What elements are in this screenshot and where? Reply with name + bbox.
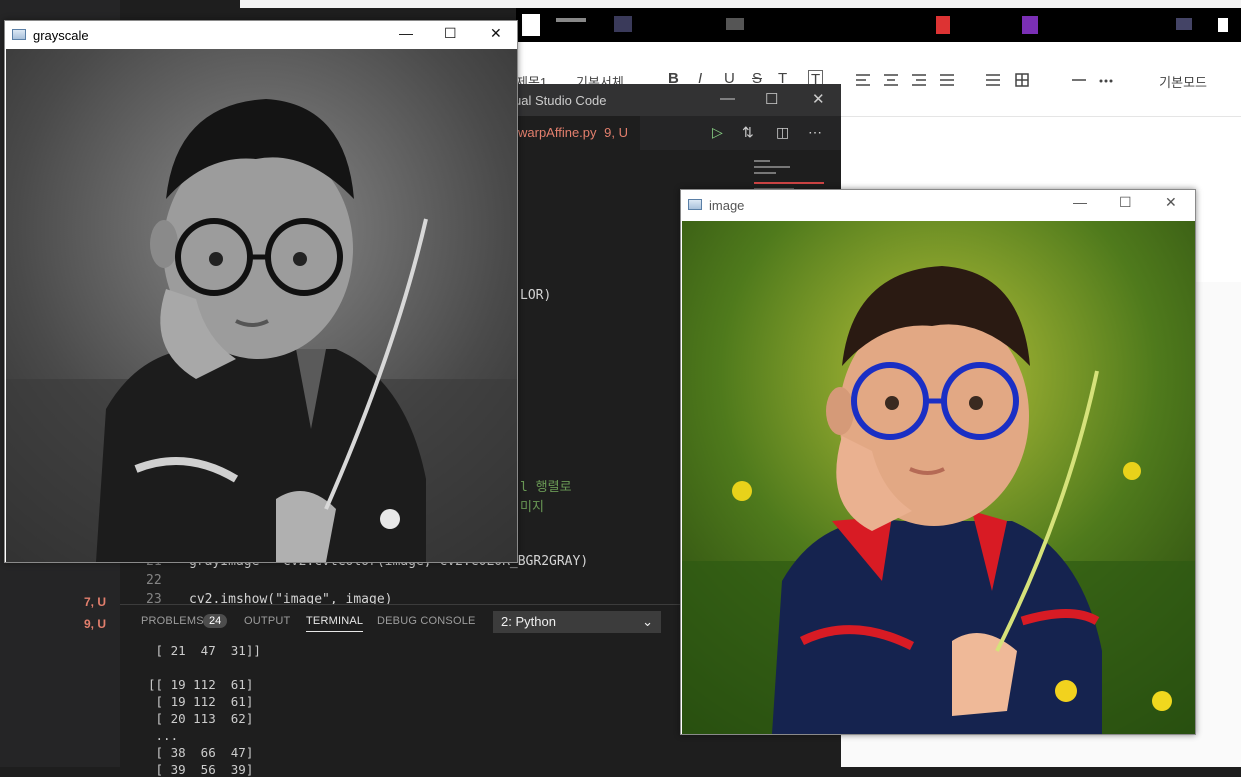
browser-tabs — [516, 8, 1241, 42]
color-photo — [682, 221, 1195, 734]
tab-debug-console[interactable]: DEBUG CONSOLE — [377, 615, 476, 627]
tab-terminal[interactable]: TERMINAL — [306, 615, 364, 632]
scm-status-2[interactable]: 9, U — [84, 617, 106, 631]
run-icon[interactable]: ▷ — [712, 124, 723, 141]
grayscale-title-bar[interactable]: grayscale — ☐ ✕ — [5, 21, 517, 49]
align-list-icons — [856, 73, 1113, 87]
browser-tab-icons — [522, 14, 1228, 36]
code-line-comment-2[interactable]: 미지 — [520, 496, 544, 515]
close-icon[interactable]: ✕ — [490, 25, 502, 42]
terminal-line: [ 19 112 61] — [148, 694, 254, 709]
image-title-bar[interactable]: image — ☐ ✕ — [681, 190, 1195, 220]
code-line-fragment-1[interactable]: LOR) — [520, 288, 551, 303]
window-icon — [688, 199, 702, 210]
terminal-line: [ 39 56 39] — [148, 762, 254, 777]
tab-problems[interactable]: PROBLEMS — [141, 615, 204, 627]
image-window[interactable]: image — ☐ ✕ — [680, 189, 1196, 735]
close-icon[interactable]: ✕ — [1165, 194, 1177, 211]
scm-status-1[interactable]: 7, U — [84, 595, 106, 609]
terminal-select[interactable]: 2: Python ⌄ — [493, 611, 661, 633]
grayscale-title: grayscale — [33, 28, 89, 43]
mode-select[interactable]: 기본모드 — [1159, 72, 1207, 91]
maximize-icon[interactable]: ☐ — [1119, 194, 1132, 211]
terminal-select-value: 2: Python — [501, 614, 556, 629]
grayscale-image — [6, 49, 517, 562]
maximize-icon[interactable]: ☐ — [444, 25, 457, 42]
line-number-22: 22 — [146, 573, 162, 588]
image-title: image — [709, 198, 745, 213]
terminal-line: [[ 19 112 61] — [148, 677, 254, 692]
terminal-line: [ 20 113 62] — [148, 711, 254, 726]
grayscale-photo — [6, 49, 517, 562]
minimize-icon[interactable]: — — [399, 25, 413, 41]
tab-warpaffine[interactable]: warpAffine.py 9, U — [512, 116, 640, 150]
minimize-icon[interactable]: — — [1073, 194, 1087, 210]
color-image — [682, 221, 1195, 734]
tab-status: 9, U — [604, 125, 628, 140]
code-line-comment-1[interactable]: l 행렬로 — [520, 476, 572, 495]
terminal-line: [ 38 66 47] — [148, 745, 254, 760]
chevron-down-icon: ⌄ — [642, 614, 653, 629]
terminal-line: ... — [148, 728, 179, 743]
problems-count-badge: 24 — [203, 614, 228, 628]
vscode-title: ual Studio Code — [514, 93, 607, 108]
close-icon[interactable]: ✕ — [812, 90, 825, 108]
window-icon — [12, 29, 26, 40]
minimize-icon[interactable]: — — [720, 90, 735, 107]
grayscale-window[interactable]: grayscale — ☐ ✕ — [4, 20, 518, 563]
tab-file-name: warpAffine.py — [518, 125, 597, 140]
tab-output[interactable]: OUTPUT — [244, 615, 290, 627]
more-actions-icon[interactable]: ⋯ — [808, 124, 822, 141]
split-editor-icon[interactable]: ◫ — [776, 124, 789, 141]
compare-icon[interactable]: ⇅ — [742, 124, 754, 141]
bottom-panel: PROBLEMS 24 OUTPUT TERMINAL DEBUG CONSOL… — [120, 604, 680, 777]
browser-strip — [240, 0, 1241, 8]
terminal-line: [ 21 47 31]] — [148, 643, 261, 658]
maximize-icon[interactable]: ☐ — [765, 90, 778, 108]
